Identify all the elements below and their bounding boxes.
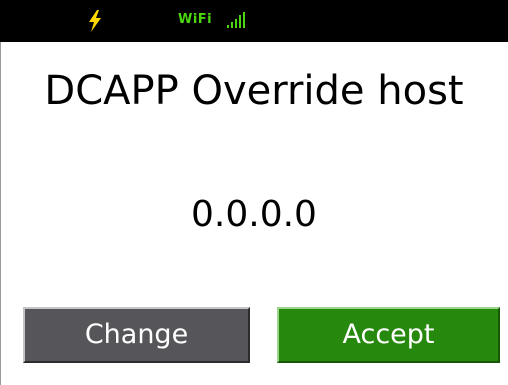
accept-button[interactable]: Accept xyxy=(277,307,500,363)
change-button[interactable]: Change xyxy=(23,307,250,363)
host-address-value: 0.0.0.0 xyxy=(191,194,317,235)
lightning-bolt-icon xyxy=(89,10,101,32)
page-title: DCAPP Override host xyxy=(44,68,464,114)
dcapp-override-host-screen: WiFi DCAPP Override host 0.0.0.0 Change … xyxy=(0,0,508,385)
wifi-label: WiFi xyxy=(178,12,213,27)
signal-bars-icon xyxy=(227,12,245,28)
status-bar: WiFi xyxy=(0,0,508,42)
